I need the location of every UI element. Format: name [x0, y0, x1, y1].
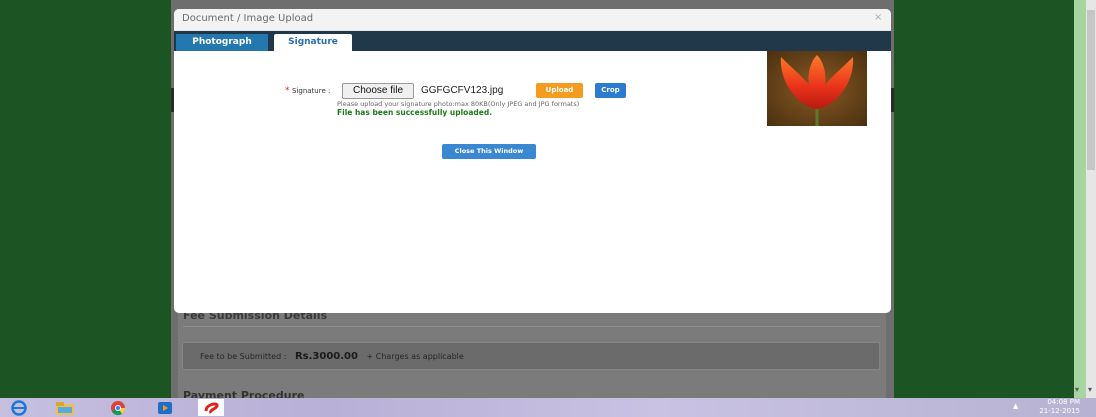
clock-date[interactable]: 21-12-2015	[1030, 407, 1080, 415]
divider	[183, 326, 880, 327]
upload-modal: Document / Image Upload × Photograph Sig…	[174, 9, 891, 313]
fee-note: + Charges as applicable	[366, 352, 464, 361]
tab-signature[interactable]: Signature	[274, 34, 352, 51]
airtel-icon[interactable]	[196, 399, 226, 416]
scrollbar-thumb[interactable]	[1087, 10, 1095, 170]
modal-title: Document / Image Upload	[182, 13, 314, 24]
fee-line: Fee to be Submitted : Rs.3000.00 + Charg…	[200, 351, 464, 362]
choose-file-button[interactable]: Choose file	[342, 83, 414, 99]
media-player-icon[interactable]	[150, 399, 180, 416]
required-mark: *	[285, 86, 290, 96]
close-icon[interactable]: ×	[874, 12, 882, 23]
tab-photograph[interactable]: Photograph	[176, 34, 268, 51]
upload-button[interactable]: Upload	[536, 83, 583, 98]
signature-preview-image	[767, 51, 867, 126]
modal-header: Document / Image Upload ×	[174, 9, 891, 31]
tulip-image	[767, 51, 867, 126]
upload-hint: Please upload your signature photo:max 8…	[337, 100, 580, 108]
internet-explorer-icon[interactable]	[4, 399, 34, 416]
chrome-icon[interactable]	[103, 399, 133, 416]
fee-label: Fee to be Submitted :	[200, 352, 287, 361]
tray-expand-icon[interactable]: ▲	[1013, 402, 1018, 410]
taskbar	[0, 398, 1096, 417]
page-left-margin	[0, 0, 171, 398]
crop-button[interactable]: Crop	[595, 83, 626, 98]
close-window-button[interactable]: Close This Window	[442, 144, 536, 159]
page-right-margin	[894, 0, 1074, 398]
success-message: File has been successfully uploaded.	[337, 108, 493, 117]
scroll-down-button-icon[interactable]: ▾	[1088, 385, 1092, 394]
file-explorer-icon[interactable]	[50, 399, 80, 416]
scroll-down-arrow-icon[interactable]: ▾	[1075, 385, 1079, 394]
selected-file-name: GGFGCFV123.jpg	[421, 85, 504, 96]
fee-amount: Rs.3000.00	[294, 351, 358, 362]
signature-label: Signature :	[292, 87, 331, 95]
clock-time[interactable]: 04:08 PM	[1036, 398, 1080, 406]
